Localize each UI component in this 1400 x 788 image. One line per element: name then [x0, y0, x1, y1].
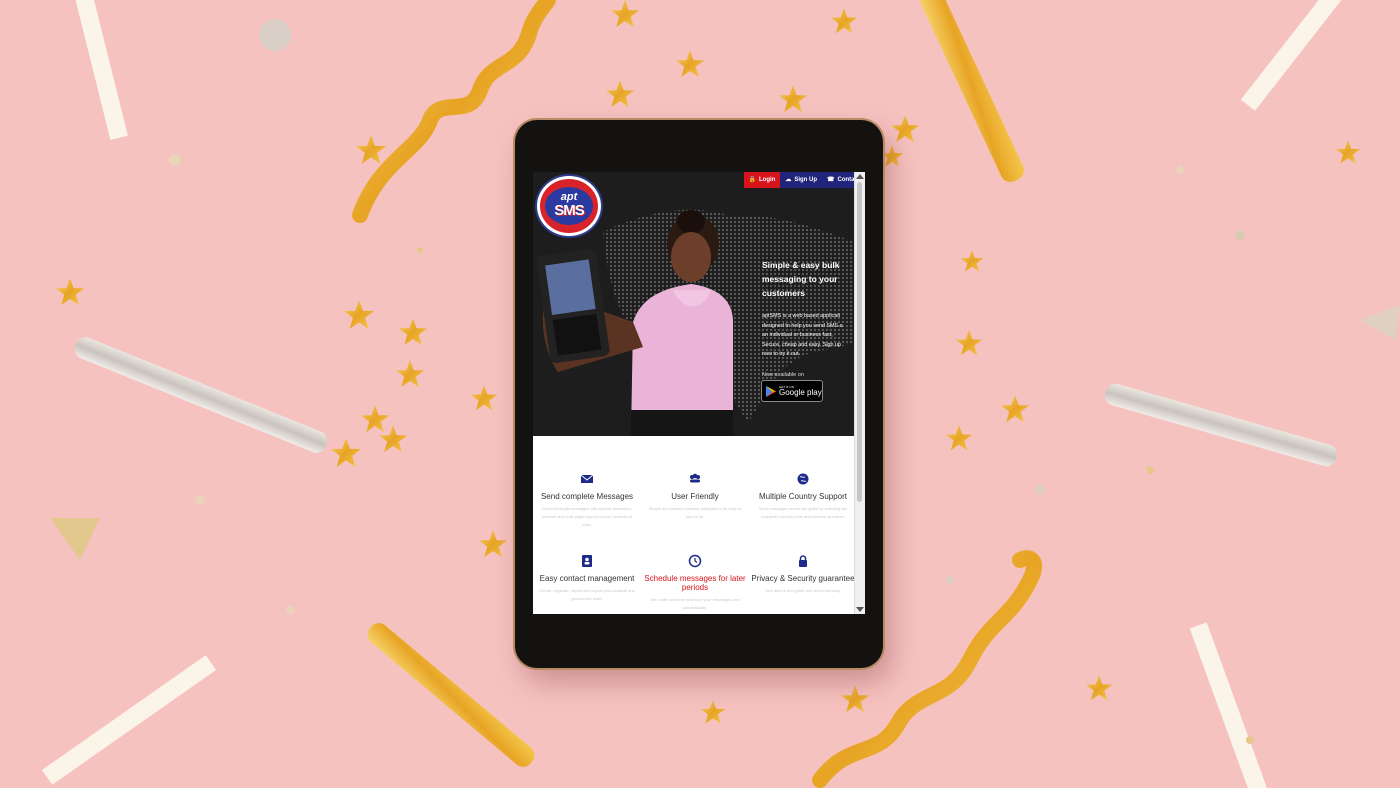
scrollbar-thumb[interactable]: [857, 182, 862, 502]
scrollbar[interactable]: [854, 172, 865, 614]
globe-icon: [797, 473, 809, 485]
lock-icon: 🔒: [748, 177, 756, 183]
candle-gold-top: [920, 0, 1024, 182]
feature-title: User Friendly: [671, 492, 719, 501]
feature-item: Send complete Messages Send full-length …: [533, 472, 641, 529]
contact-button[interactable]: ☎ Contact: [822, 172, 855, 188]
feature-item: Easy contact management Create, organise…: [533, 554, 641, 603]
feature-title: Easy contact management: [539, 574, 635, 583]
users-icon: [690, 473, 700, 483]
feature-description: Send full-length messages with special c…: [542, 506, 632, 527]
feature-description: Your data is encrypted and stored secure…: [764, 588, 842, 593]
hero-tagline: Simple & easy bulk messaging to your cus…: [762, 258, 854, 300]
candle-gold-bottom: [367, 623, 535, 767]
feature-item: User Friendly Simple and intuitive inter…: [641, 472, 749, 521]
feature-title: Send complete Messages: [540, 492, 634, 501]
clock-icon: [688, 554, 702, 568]
feature-description: Simple and intuitive interface designed …: [648, 506, 742, 519]
straw-bottom-left: [41, 655, 217, 785]
description-line: an individual or business fast,: [762, 332, 833, 338]
feature-item: Privacy & Security guarantee Your data i…: [749, 554, 857, 595]
feature-item: Multiple Country Support Send messages a…: [749, 472, 857, 521]
tablet-screen: 🔒 Login ☁ Sign Up ☎ Contact apt SMS Simp…: [533, 172, 865, 614]
description-line: designed to help you send SMS a: [762, 322, 843, 329]
lock-icon: [799, 555, 807, 567]
contact-book-icon: [582, 555, 592, 567]
contact-label: Contact: [837, 177, 855, 183]
features-section: Send complete Messages Send full-length …: [533, 436, 855, 614]
login-label: Login: [759, 177, 776, 183]
feature-title: Privacy & Security guarantee: [751, 574, 855, 583]
logo-line2: SMS: [554, 202, 584, 219]
hero-banner: 🔒 Login ☁ Sign Up ☎ Contact apt SMS Simp…: [533, 172, 855, 436]
tagline-line: messaging to your: [762, 274, 838, 284]
cloud-icon: ☁: [785, 177, 792, 183]
feature-item: Schedule messages for later periods Set …: [641, 554, 749, 612]
straw-top-left: [74, 0, 128, 140]
feature-description: Create, organise, import and export your…: [539, 588, 635, 601]
candle-silver-right: [1104, 383, 1338, 467]
scroll-down-icon[interactable]: [856, 607, 864, 612]
description-line: Secure, cheap and easy. Sign up: [762, 341, 842, 348]
straw-bottom-right: [1189, 622, 1269, 788]
signup-label: Sign Up: [794, 177, 817, 183]
candle-silver-left: [74, 337, 328, 453]
available-on-label: Now available on: [762, 372, 804, 378]
feature-title: Schedule messages for later periods: [644, 574, 746, 592]
straw-top-right: [1240, 0, 1342, 111]
login-button[interactable]: 🔒 Login: [743, 172, 781, 188]
feature-title: Multiple Country Support: [758, 492, 848, 501]
hero-description: aptSMS is a web based applicati designed…: [762, 312, 855, 360]
tagline-line: customers: [762, 288, 805, 298]
description-line: aptSMS is a web based applicati: [762, 313, 840, 319]
signup-button[interactable]: ☁ Sign Up: [780, 172, 822, 188]
description-line: now to try it out.: [762, 351, 801, 357]
aptsms-logo[interactable]: apt SMS: [537, 176, 601, 236]
google-play-badge[interactable]: GET IT ON Google play: [761, 380, 823, 402]
phone-icon: ☎: [827, 177, 835, 183]
tagline-line: Simple & easy bulk: [762, 260, 840, 270]
feature-description: Send messages across the globe by select…: [758, 506, 848, 519]
envelope-icon: [580, 474, 594, 483]
store-name-label: Google play: [779, 387, 822, 397]
google-play-icon: [766, 385, 776, 397]
scroll-up-icon[interactable]: [856, 174, 864, 179]
feature-description: Set a date and time and have your messag…: [650, 597, 740, 610]
top-navigation: 🔒 Login ☁ Sign Up ☎ Contact: [743, 172, 855, 188]
